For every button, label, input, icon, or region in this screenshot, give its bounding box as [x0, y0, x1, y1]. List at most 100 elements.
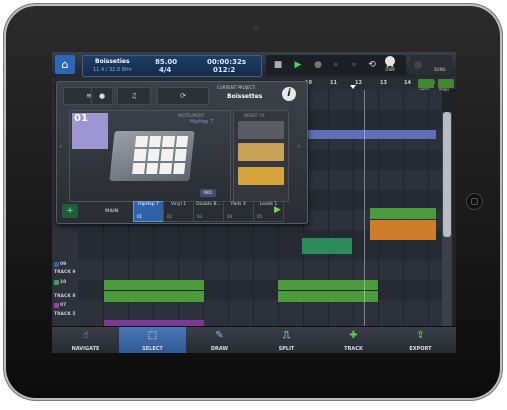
fast-forward-icon[interactable]: » [347, 59, 361, 71]
pad-number: 01 [72, 113, 108, 149]
song-button[interactable]: SONG [410, 55, 452, 75]
clip[interactable] [370, 220, 436, 240]
next-kits-icon[interactable]: ▶ [274, 205, 282, 217]
insert-fx-label: INSERT FX [244, 113, 265, 118]
kit-number: 01 [137, 214, 143, 219]
tool-draw[interactable]: ✎ DRAW [186, 327, 253, 353]
record-icon[interactable]: ● [311, 59, 325, 71]
plus-icon: ✚ [349, 330, 358, 341]
home-button[interactable] [466, 193, 483, 210]
clip[interactable] [308, 130, 436, 139]
track-id: 09 [60, 262, 67, 267]
song-title: Boisseties [95, 58, 130, 65]
play-icon[interactable]: ▶ [291, 59, 305, 71]
kit-name: HipHop 7 [138, 202, 159, 207]
track-badge [54, 262, 59, 267]
osm-label: OSM [385, 67, 395, 72]
clip[interactable] [278, 280, 378, 302]
export-icon: ⇪ [416, 330, 425, 341]
bar-marker: 12 [355, 80, 362, 86]
bar-marker: 13 [380, 80, 387, 86]
home-icon[interactable]: ⌂ [55, 55, 75, 74]
tool-label: SPLIT [278, 346, 295, 352]
tool-label: TRACK [344, 346, 363, 352]
tool-label: NAVIGATE [71, 346, 100, 352]
tool-track[interactable]: ✚ TRACK [320, 327, 387, 353]
kit-slot[interactable]: Double B... 03 [193, 201, 224, 222]
track-name[interactable]: TRACK 8 [54, 294, 76, 299]
info-icon[interactable]: i [282, 87, 296, 101]
app-screen: ⌂ Boisseties 11.4 / 32.0 Bfm 85.00 4/4 0… [52, 52, 456, 353]
osm-icon[interactable] [385, 56, 395, 66]
tool-label: EXPORT [409, 346, 432, 352]
undo-icon[interactable] [418, 79, 434, 88]
piano-icon[interactable]: ♫ [117, 87, 151, 105]
track-name[interactable]: TRACK 5 [54, 312, 76, 317]
split-icon: ⎍ [283, 330, 290, 341]
tool-navigate[interactable]: ☝ NAVIGATE [52, 327, 119, 353]
select-icon: ⬚ [147, 330, 158, 341]
clip[interactable] [302, 238, 352, 254]
fx-slot[interactable] [238, 167, 284, 185]
kit-slot[interactable]: Vinyl 1 02 [163, 201, 194, 222]
tool-export[interactable]: ⇪ EXPORT [387, 327, 454, 353]
clip-notes [104, 290, 204, 291]
loop-icon[interactable]: ⟲ [365, 59, 379, 71]
kit-number: 05 [257, 214, 263, 219]
insert-fx-box: INSERT FX [233, 110, 289, 202]
current-project-label: CURRENT PROJECT: [217, 85, 256, 90]
main-label: MAIN [105, 209, 119, 214]
bar-beat-display: 012:2 [213, 66, 236, 74]
next-instrument-icon[interactable]: › [297, 142, 303, 160]
bottom-toolbar: ☝ NAVIGATE ⬚ SELECT ✎ DRAW ⎍ SPLIT ✚ TRA… [52, 326, 456, 353]
tool-label: SELECT [142, 346, 163, 352]
kit-slot[interactable]: Pads 4 04 [223, 201, 254, 222]
kit-number: 03 [197, 214, 203, 219]
time-display: 00:00:32s [207, 58, 246, 66]
kit-name: Double B... [196, 202, 221, 207]
track-name[interactable]: TRACK 9 [54, 270, 76, 275]
midi-button[interactable]: MIDI [200, 189, 216, 197]
previous-instrument-icon[interactable]: ‹ [59, 142, 65, 160]
clip[interactable] [370, 208, 436, 219]
rewind-icon[interactable]: « [329, 59, 343, 71]
pad-grid [132, 136, 189, 174]
drum-machine-image [109, 131, 195, 181]
kit-slot[interactable]: HipHop 7 01 [133, 201, 164, 222]
song-position: 11.4 / 32.0 Bfm [93, 67, 132, 73]
fx-slot[interactable] [238, 143, 284, 161]
song-label: SONG [434, 67, 446, 72]
top-bar: ⌂ Boisseties 11.4 / 32.0 Bfm 85.00 4/4 0… [52, 52, 456, 77]
clip-notes [278, 290, 378, 291]
playhead-marker[interactable] [350, 85, 356, 89]
song-display[interactable]: Boisseties 11.4 / 32.0 Bfm 85.00 4/4 00:… [82, 55, 262, 77]
bar-marker: 11 [330, 80, 337, 86]
stop-icon[interactable]: ■ [271, 59, 285, 71]
kit-name: Vinyl 1 [170, 202, 187, 207]
instrument-panel: ≋ ● ♫ ⟳ CURRENT PROJECT: Boissettes i ‹ … [56, 81, 308, 224]
track-badge [54, 280, 59, 285]
pen-icon: ✎ [215, 330, 224, 341]
tool-split[interactable]: ⎍ SPLIT [253, 327, 320, 353]
bar-marker: 14 [404, 80, 411, 86]
track-id: 07 [60, 303, 67, 308]
fx-slot[interactable] [238, 121, 284, 139]
playhead-line [364, 90, 365, 326]
loop-icon[interactable]: ⟳ [157, 87, 209, 105]
redo-icon[interactable] [438, 79, 454, 88]
current-project-name: Boissettes [227, 93, 263, 100]
add-instrument-button[interactable]: + [62, 204, 78, 218]
clip[interactable] [104, 280, 204, 302]
camera-icon [253, 25, 259, 31]
kit-number: 04 [227, 214, 233, 219]
time-signature: 4/4 [159, 66, 172, 74]
tool-select[interactable]: ⬚ SELECT [119, 327, 186, 353]
tempo: 85.00 [155, 58, 178, 66]
instrument-box[interactable]: 01 INSTRUMENT HipHop 7 MIDI [69, 110, 231, 202]
track-id: 10 [60, 280, 67, 285]
knob-icon[interactable]: ● [91, 87, 113, 105]
instrument-name: HipHop 7 [190, 119, 214, 125]
scrollbar-thumb[interactable] [443, 112, 451, 237]
instrument-label: INSTRUMENT [178, 113, 205, 118]
kit-name: Pads 4 [231, 202, 246, 207]
